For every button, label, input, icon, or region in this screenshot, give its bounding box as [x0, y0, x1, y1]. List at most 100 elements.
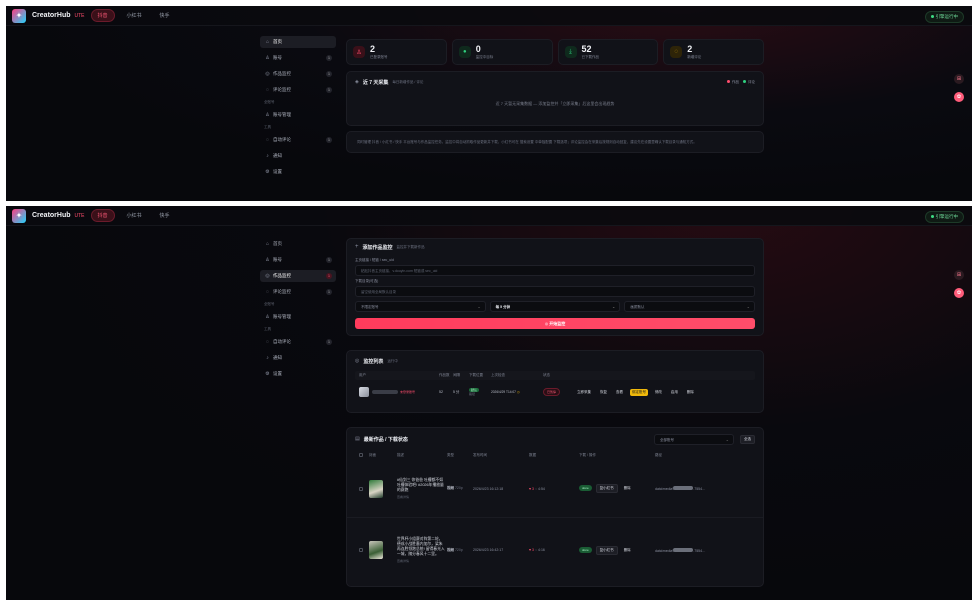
- monitor-icon: ◎: [265, 71, 270, 77]
- sidebar-item-works-monitor[interactable]: ◎ 作品监控 1: [260, 270, 336, 282]
- copy-xhs-button[interactable]: 复小红书: [595, 484, 618, 493]
- help-icon[interactable]: ⊞: [954, 74, 964, 84]
- profile-url-input[interactable]: 粘贴抖音主页链接、v.douyin.com 短链或 sec_uid: [355, 265, 755, 276]
- sidebar-item-settings[interactable]: ⚙ 设置: [260, 166, 336, 178]
- copy-xhs-button[interactable]: 复小红书: [595, 545, 618, 555]
- sidebar-item-account-manage[interactable]: ♙ 账号管理: [260, 109, 336, 121]
- button-label: 开始监控: [549, 321, 566, 326]
- chart-legend: 作品 评论: [723, 80, 755, 85]
- engine-status-text: 引擎运行中: [935, 214, 959, 219]
- file-path-suffix: .7554…: [693, 487, 706, 491]
- download-icon: ⤓: [564, 46, 577, 58]
- quality-select[interactable]: 画质默认 ⌄: [624, 301, 756, 312]
- delete-button[interactable]: 删除: [685, 389, 696, 396]
- row-checkbox[interactable]: [359, 548, 363, 552]
- sidebar-item-notifications[interactable]: ♪ 通知: [260, 352, 336, 364]
- sidebar-item-label: 设置: [273, 169, 282, 174]
- user-icon: ♙: [353, 46, 365, 58]
- dir-field-label: 下载目录(可选): [355, 279, 379, 283]
- interval-select[interactable]: 每 5 分钟 ⌄: [489, 301, 621, 312]
- platform-tab-kuaishou[interactable]: 快手: [154, 210, 176, 221]
- account-select[interactable]: 不限定账号 ⌄: [355, 301, 486, 312]
- redacted-path: [673, 547, 694, 552]
- row-checkbox[interactable]: [359, 486, 363, 491]
- sidebar-item-comment-monitor[interactable]: ◌ 评论监控 1: [260, 286, 336, 298]
- publish-time: 2026/4/23 16:42:17: [473, 548, 504, 552]
- file-path-suffix: .7554…: [693, 548, 706, 553]
- cover-thumbnail[interactable]: [369, 541, 383, 559]
- platform-tab-douyin[interactable]: 抖音: [90, 9, 115, 22]
- sidebar-item-label: 账号: [273, 55, 282, 60]
- edit-button[interactable]: 修改: [653, 389, 664, 396]
- chevron-down-icon: ⌄: [746, 304, 751, 309]
- sidebar-item-auto-comment[interactable]: ◌ 自动评论 1: [260, 336, 336, 348]
- delete-button[interactable]: 删除: [622, 485, 633, 492]
- count-badge: 1: [326, 71, 332, 77]
- sidebar-item-label: 账号管理: [273, 112, 291, 117]
- interval-value: 5 分: [453, 389, 460, 394]
- platform-tab-douyin[interactable]: 抖音: [90, 209, 115, 222]
- profile-icon[interactable]: ✿: [954, 92, 964, 102]
- collect-now-button[interactable]: 立即采集: [575, 389, 593, 396]
- sidebar-item-accounts[interactable]: ♙ 账号 1: [260, 254, 336, 266]
- bind-account-button[interactable]: 绑定账号: [629, 388, 648, 396]
- stat-label: 已登录账号: [370, 54, 388, 59]
- status-dot-icon: [930, 15, 934, 19]
- app-logo-icon: ✦: [12, 208, 26, 223]
- count-badge: 1: [326, 339, 332, 345]
- download-dir-input[interactable]: 留空使用全局默认目录: [355, 286, 755, 297]
- cover-thumbnail[interactable]: [369, 479, 383, 498]
- sidebar-item-works-monitor[interactable]: ◎ 作品监控 1: [260, 68, 336, 80]
- delete-button[interactable]: 删除: [622, 547, 633, 554]
- stat-label: 新增评论: [687, 54, 702, 59]
- legend-item: 评论: [748, 79, 755, 84]
- last-check-time: 2026/4/29 T14:07: [491, 390, 516, 394]
- table-row: 世界杯小组赛对阵第二轮，德成小战胜墨内加尔，梁朱再连胜领跑总统! 留得春光入一城…: [347, 518, 763, 582]
- card-title: 最新作品 / 下载状态: [363, 436, 408, 443]
- help-icon[interactable]: ⊞: [954, 270, 964, 280]
- platform-tab-xiaohongshu[interactable]: 小红书: [121, 10, 148, 21]
- sidebar-item-home[interactable]: ⌂ 首页: [260, 238, 336, 250]
- avatar: [359, 387, 369, 397]
- view-detail-link[interactable]: 查看详情: [397, 495, 447, 499]
- enable-button[interactable]: 启用: [669, 389, 680, 396]
- redacted-name: [372, 390, 398, 394]
- view-detail-link[interactable]: 查看详情: [397, 559, 447, 563]
- stat-label: 已下载作品: [581, 54, 600, 59]
- gear-icon: ⚙: [265, 371, 270, 377]
- column-header: 数据: [529, 452, 536, 457]
- sidebar-item-accounts[interactable]: ♙ 账号 1: [260, 52, 336, 64]
- platform-tab-kuaishou[interactable]: 快手: [154, 10, 176, 21]
- select-all-button[interactable]: 全选: [740, 434, 755, 444]
- sidebar-item-label: 自动评论: [273, 339, 291, 344]
- download-sub: 路径: [469, 392, 476, 396]
- start-monitor-button[interactable]: ◎ 开始监控: [355, 318, 755, 329]
- sidebar-item-account-manage[interactable]: ♙ 账号管理: [260, 311, 336, 323]
- select-all-checkbox[interactable]: [359, 453, 363, 457]
- dashboard-main: ♙ 2 已登录账号 ● 0 监控中目标 ⤓ 52 已下载作品 ◌ 2 新增评论 ◈ 近 …: [346, 39, 764, 153]
- plus-icon: +: [355, 244, 359, 250]
- target-icon: ●: [458, 46, 471, 58]
- column-header: 类型: [447, 452, 454, 457]
- resume-button[interactable]: 恢复: [598, 389, 609, 396]
- sidebar-item-settings[interactable]: ⚙ 设置: [260, 368, 336, 380]
- sidebar-item-label: 作品监控: [273, 71, 291, 76]
- chevron-down-icon: ⌄: [477, 304, 481, 309]
- profile-icon[interactable]: ✿: [954, 288, 964, 298]
- table-row: 未登录账号 52 5 分 默认 路径 2026/4/29 T14:07 ◷ 已暂停…: [347, 380, 763, 404]
- work-quality: 720p: [454, 547, 463, 552]
- view-button[interactable]: 查看: [614, 389, 625, 396]
- download-status-badge: done: [579, 485, 592, 491]
- count-badge: 1: [326, 289, 332, 295]
- column-header: 描述: [397, 452, 404, 457]
- top-bar: ✦ CreatorHub UTE 抖音 小红书 快手 引擎运行中: [6, 206, 972, 226]
- sidebar-item-home[interactable]: ⌂ 首页: [260, 36, 336, 48]
- account-filter-select[interactable]: 全部账号 ⌄: [654, 433, 734, 445]
- sidebar-item-comment-monitor[interactable]: ◌ 评论监控 1: [260, 84, 336, 96]
- column-header: 发布时间: [473, 452, 487, 457]
- sidebar-item-notifications[interactable]: ♪ 通知: [260, 150, 336, 162]
- platform-tab-xiaohongshu[interactable]: 小红书: [121, 210, 148, 221]
- monitor-icon: ◎: [265, 273, 270, 279]
- select-value: 每 5 分钟: [495, 305, 511, 309]
- sidebar-item-auto-comment[interactable]: ◌ 自动评论 1: [260, 134, 336, 146]
